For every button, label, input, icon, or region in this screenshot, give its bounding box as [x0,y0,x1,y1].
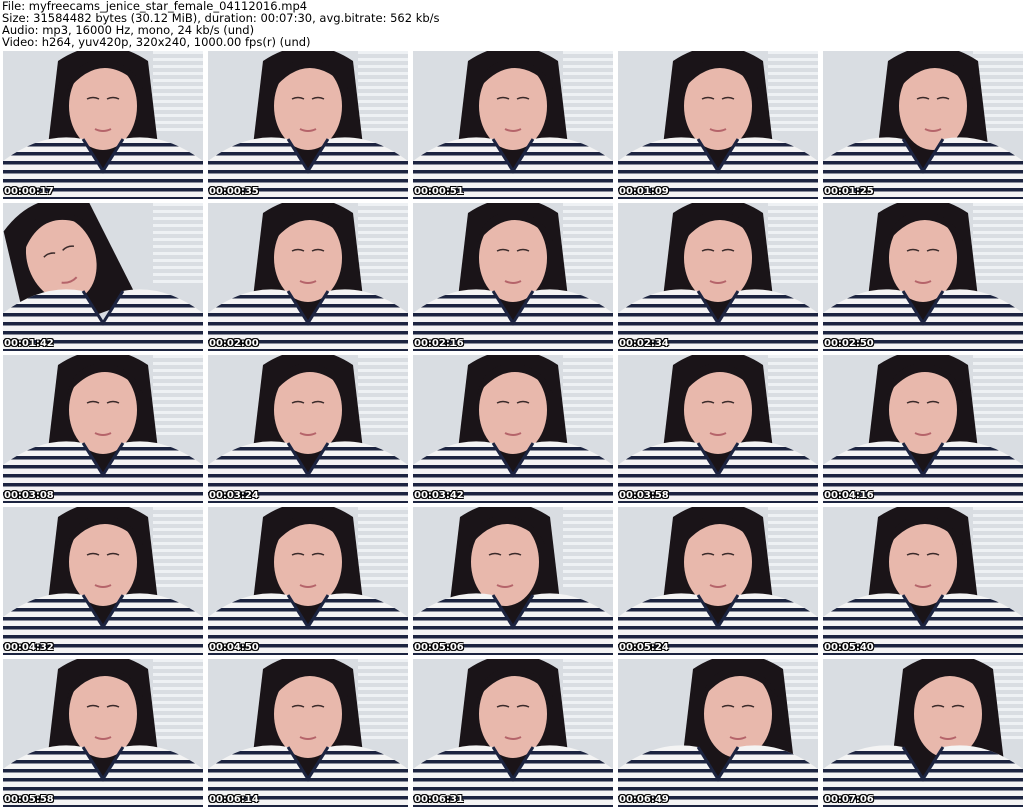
timestamp-label: 00:04:50 [209,642,259,653]
video-thumbnail: 00:06:49 [618,659,818,807]
timestamp-label: 00:00:17 [4,186,54,197]
timestamp-label: 00:02:16 [414,338,464,349]
timestamp-label: 00:05:24 [619,642,669,653]
webcam-frame-image [3,355,203,503]
video-thumbnail: 00:01:25 [823,51,1023,199]
webcam-frame-image [208,507,408,655]
webcam-frame-image [208,51,408,199]
webcam-frame-image [618,355,818,503]
webcam-frame-image [618,507,818,655]
timestamp-label: 00:05:58 [4,794,54,805]
video-thumbnail: 00:00:51 [413,51,613,199]
timestamp-label: 00:03:24 [209,490,259,501]
timestamp-label: 00:01:42 [4,338,54,349]
video-thumbnail: 00:04:50 [208,507,408,655]
video-thumbnail: 00:00:35 [208,51,408,199]
webcam-frame-image [208,203,408,351]
timestamp-label: 00:06:31 [414,794,464,805]
timestamp-label: 00:06:14 [209,794,259,805]
webcam-frame-image [413,507,613,655]
webcam-frame-image [823,659,1023,807]
webcam-frame-image [208,355,408,503]
video-thumbnail: 00:02:50 [823,203,1023,351]
video-thumbnail: 00:06:14 [208,659,408,807]
video-thumbnail: 00:03:08 [3,355,203,503]
timestamp-label: 00:00:35 [209,186,259,197]
video-info-line: Video: h264, yuv420p, 320x240, 1000.00 f… [2,35,311,49]
webcam-frame-image [3,507,203,655]
timestamp-label: 00:01:09 [619,186,669,197]
video-thumbnail: 00:02:34 [618,203,818,351]
video-thumbnail: 00:03:24 [208,355,408,503]
video-thumbnail: 00:04:16 [823,355,1023,503]
timestamp-label: 00:02:34 [619,338,669,349]
timestamp-label: 00:01:25 [824,186,874,197]
video-thumbnail: 00:01:09 [618,51,818,199]
webcam-frame-image [823,355,1023,503]
video-thumbnail: 00:07:06 [823,659,1023,807]
timestamp-label: 00:07:06 [824,794,874,805]
timestamp-label: 00:04:16 [824,490,874,501]
timestamp-label: 00:02:00 [209,338,259,349]
timestamp-label: 00:02:50 [824,338,874,349]
video-thumbnail: 00:02:00 [208,203,408,351]
webcam-frame-image [823,51,1023,199]
info-header: File: myfreecams_jenice_star_female_0411… [2,0,1022,50]
video-thumbnail: 00:00:17 [3,51,203,199]
video-thumbnail: 00:01:42 [3,203,203,351]
video-thumbnail: 00:05:24 [618,507,818,655]
webcam-frame-image [413,51,613,199]
timestamp-label: 00:03:08 [4,490,54,501]
webcam-frame-image [413,355,613,503]
timestamp-label: 00:03:58 [619,490,669,501]
timestamp-label: 00:05:06 [414,642,464,653]
video-thumbnail: 00:02:16 [413,203,613,351]
webcam-frame-image [823,507,1023,655]
webcam-frame-image [823,203,1023,351]
video-thumbnail: 00:05:06 [413,507,613,655]
video-thumbnail: 00:05:40 [823,507,1023,655]
timestamp-label: 00:00:51 [414,186,464,197]
timestamp-label: 00:06:49 [619,794,669,805]
thumbnail-grid: 00:00:17 00:00:35 00:00:51 00:01:09 00:01:25… [3,51,1023,811]
webcam-frame-image [413,659,613,807]
timestamp-label: 00:05:40 [824,642,874,653]
timestamp-label: 00:04:32 [4,642,54,653]
webcam-frame-image [3,203,203,351]
webcam-frame-image [413,203,613,351]
webcam-frame-image [3,659,203,807]
webcam-frame-image [618,659,818,807]
webcam-frame-image [618,51,818,199]
webcam-frame-image [618,203,818,351]
video-thumbnail: 00:03:58 [618,355,818,503]
video-thumbnail: 00:06:31 [413,659,613,807]
webcam-frame-image [3,51,203,199]
webcam-frame-image [208,659,408,807]
timestamp-label: 00:03:42 [414,490,464,501]
video-thumbnail: 00:04:32 [3,507,203,655]
video-thumbnail: 00:03:42 [413,355,613,503]
video-thumbnail: 00:05:58 [3,659,203,807]
